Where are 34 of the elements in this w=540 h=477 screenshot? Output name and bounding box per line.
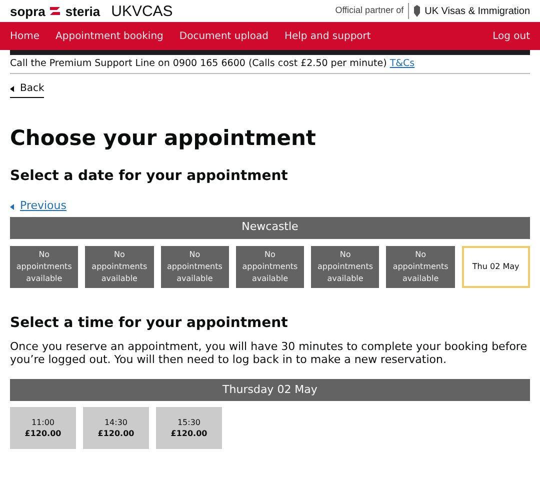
nav-link[interactable]: Appointment booking [56, 28, 164, 44]
unavailable-date: No appointments available [85, 246, 154, 288]
nav-link[interactable]: Document upload [179, 28, 268, 44]
section-heading: Select a time for your appointment [10, 314, 289, 332]
unavailable-date: No appointments available [160, 246, 229, 288]
unavailable-date: No appointments available [236, 246, 304, 288]
time-slot-button[interactable]: 11:00 £120.00 [10, 407, 76, 449]
brand-text: steria [65, 4, 100, 18]
partner-name: UK Visas & Immigration [424, 4, 530, 18]
day-bar: Thursday 02 May [10, 379, 530, 401]
time-slot-button[interactable]: 14:30 £120.00 [83, 407, 149, 449]
terms-link[interactable]: T&Cs [390, 56, 415, 72]
logout-link[interactable]: Log out [492, 28, 530, 44]
unavailable-date: No appointments available [386, 246, 455, 288]
support-text: Call the Premium Support Line on 0900 165 6600 (Calls cost £2.50 per minute) [10, 56, 387, 71]
nav-link[interactable]: Help and support [284, 28, 371, 44]
back-link[interactable]: Back [10, 81, 44, 98]
partner-label: Official partner of [335, 4, 404, 18]
page-title: Choose your appointment [10, 124, 317, 151]
date-option[interactable]: Thu 02 May [462, 246, 530, 288]
product-name: UKVCAS [111, 4, 173, 18]
crest-icon [412, 5, 421, 17]
logo-icon [48, 6, 62, 16]
unavailable-date: No appointments available [10, 246, 78, 288]
back-arrow-icon [10, 86, 14, 92]
booking-note: Once you reserve an appointment, you will have 30 minutes to complete your booking before you’re logged out. You will then need to log back in to make a new reservation. [10, 340, 528, 366]
nav-link[interactable]: Home [10, 28, 40, 44]
previous-arrow-icon [10, 204, 14, 210]
location-bar: Newcastle [10, 216, 530, 238]
brand-text: sopra [10, 4, 46, 18]
unavailable-date: No appointments available [311, 246, 380, 288]
time-slot-button[interactable]: 15:30 £120.00 [156, 407, 222, 449]
previous-link[interactable]: Previous [10, 198, 66, 215]
section-heading: Select a date for your appointment [10, 168, 289, 186]
